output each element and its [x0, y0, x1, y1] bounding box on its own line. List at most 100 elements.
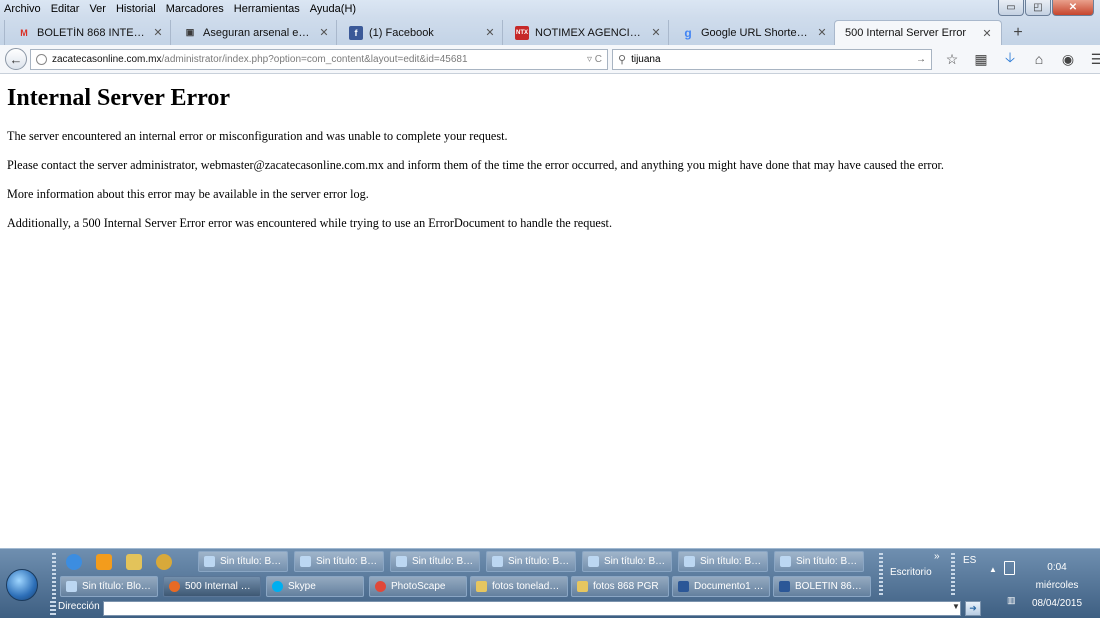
tab-title: Google URL Shortener: [701, 26, 812, 39]
taskbar: Sin título: Blo... Sin título: Blo... Si…: [0, 548, 1100, 618]
error-paragraph-2: Please contact the server administrator,…: [7, 158, 944, 172]
show-hidden-icons[interactable]: ▲: [989, 565, 997, 574]
skype-icon: [272, 581, 283, 592]
home-icon[interactable]: ⌂: [1031, 51, 1047, 67]
url-bar[interactable]: zacatecasonline.com.mx/administrator/ind…: [30, 48, 608, 70]
menu-marcadores[interactable]: Marcadores: [161, 1, 229, 17]
device-icon[interactable]: [1004, 561, 1015, 575]
close-tab-icon[interactable]: ✕: [981, 27, 993, 40]
download-icon[interactable]: 🡣: [1002, 47, 1018, 71]
minimize-button[interactable]: ▭: [998, 0, 1024, 16]
menu-editar[interactable]: Editar: [46, 1, 85, 17]
close-tab-icon[interactable]: ✕: [152, 26, 164, 39]
navigation-bar: ← zacatecasonline.com.mx/administrator/i…: [0, 45, 1100, 74]
google-icon: g: [684, 25, 692, 40]
search-bar[interactable]: ⚲ tijuana →: [612, 48, 932, 70]
notimex-icon: NTX: [515, 25, 529, 40]
desktop-toolbar[interactable]: Escritorio: [890, 567, 932, 578]
tab-google-url-shortener[interactable]: g Google URL Shortener ✕: [668, 20, 836, 45]
tab-facebook[interactable]: f (1) Facebook ✕: [336, 20, 504, 45]
close-window-button[interactable]: ✕: [1052, 0, 1094, 16]
taskbar-item-sin-titulo-7[interactable]: Sin título: Blo...: [774, 551, 864, 572]
taskbar-item-sin-titulo-6[interactable]: Sin título: Blo...: [678, 551, 768, 572]
bookmark-star-icon[interactable]: ☆: [944, 51, 960, 68]
menu-herramientas[interactable]: Herramientas: [229, 1, 305, 17]
tab-500-error[interactable]: 500 Internal Server Error ✕: [834, 20, 1002, 45]
ie-icon[interactable]: [66, 554, 82, 570]
arrow-left-icon: ←: [9, 51, 23, 67]
toolbar-chevron-icon[interactable]: »: [934, 551, 940, 562]
reading-list-icon[interactable]: ▦: [973, 51, 989, 68]
firefox-icon: [169, 581, 180, 592]
network-icon[interactable]: ▥: [1007, 595, 1016, 606]
menu-ayuda[interactable]: Ayuda(H): [305, 1, 361, 17]
clock-day: miércoles: [1035, 580, 1079, 591]
taskbar-item-photoscape[interactable]: PhotoScape: [369, 576, 467, 597]
taskbar-item-sin-titulo-bloc[interactable]: Sin título: Bloc...: [60, 576, 158, 597]
notepad-icon: [66, 581, 77, 592]
new-tab-button[interactable]: +: [1006, 21, 1030, 45]
taskbar-item-sin-titulo-3[interactable]: Sin título: Blo...: [390, 551, 480, 572]
taskbar-item-fotos-tonelada[interactable]: fotos tonelada...: [470, 576, 568, 597]
menu-historial[interactable]: Historial: [111, 1, 161, 17]
taskbar-item-fotos-868-pgr[interactable]: fotos 868 PGR: [571, 576, 669, 597]
language-indicator[interactable]: ES: [963, 555, 976, 566]
tab-aseguran-arsenal[interactable]: ▣ Aseguran arsenal en Jalpa: ... ✕: [170, 20, 338, 45]
site-icon: ▣: [185, 27, 195, 37]
screen: Archivo Editar Ver Historial Marcadores …: [0, 0, 1100, 618]
clock-time: 0:04: [1047, 562, 1067, 573]
notepad-icon: [396, 556, 407, 567]
close-tab-icon[interactable]: ✕: [484, 26, 496, 39]
media-player-icon[interactable]: [96, 554, 112, 570]
toolbar-icons: ☆ ▦ 🡣 ⌂ ◉ ☰: [944, 47, 1100, 71]
notepad-icon: [492, 556, 503, 567]
taskbar-item-sin-titulo-1[interactable]: Sin título: Blo...: [198, 551, 288, 572]
taskbar-item-skype[interactable]: Skype: [266, 576, 364, 597]
back-button[interactable]: ←: [5, 48, 27, 70]
page-content: Internal Server Error The server encount…: [0, 75, 1100, 548]
notepad-icon: [588, 556, 599, 567]
photoscape-icon: [375, 581, 386, 592]
address-input[interactable]: [103, 601, 961, 616]
gear-icon[interactable]: [156, 554, 172, 570]
tab-title: BOLETÍN 868 INTEGRA PG...: [37, 26, 148, 39]
gmail-icon: M: [20, 27, 28, 38]
taskbar-item-sin-titulo-4[interactable]: Sin título: Blo...: [486, 551, 576, 572]
reload-icon[interactable]: ▿ C: [587, 54, 602, 65]
globe-icon: [36, 53, 47, 65]
word-icon: [678, 581, 689, 592]
tab-strip: M BOLETÍN 868 INTEGRA PG... ✕ ▣ Aseguran…: [0, 18, 1100, 45]
tab-gmail-boletin[interactable]: M BOLETÍN 868 INTEGRA PG... ✕: [4, 20, 172, 45]
search-icon: ⚲: [618, 53, 627, 66]
menu-archivo[interactable]: Archivo: [0, 1, 46, 17]
close-tab-icon[interactable]: ✕: [318, 26, 330, 39]
restore-button[interactable]: ◰: [1025, 0, 1051, 16]
menu-icon[interactable]: ☰: [1089, 51, 1100, 68]
taskbar-item-sin-titulo-2[interactable]: Sin título: Blo...: [294, 551, 384, 572]
notepad-icon: [300, 556, 311, 567]
address-dropdown-icon[interactable]: ▼: [952, 602, 960, 611]
chat-icon[interactable]: ◉: [1060, 51, 1076, 68]
search-input[interactable]: tijuana: [631, 54, 660, 65]
error-paragraph-1: The server encountered an internal error…: [7, 129, 508, 143]
folder-icon: [577, 581, 588, 592]
close-tab-icon[interactable]: ✕: [816, 26, 828, 39]
close-tab-icon[interactable]: ✕: [650, 26, 662, 39]
taskbar-item-firefox-500[interactable]: 500 Internal Se...: [163, 576, 261, 597]
taskbar-item-boletin-868[interactable]: BOLETIN 868 ...: [773, 576, 871, 597]
address-go-icon[interactable]: ➜: [965, 601, 981, 616]
taskbar-item-documento1[interactable]: Documento1 - ...: [672, 576, 770, 597]
tab-notimex[interactable]: NTX NOTIMEX AGENCIA DE NO... ✕: [502, 20, 670, 45]
quick-launch: [66, 554, 172, 570]
search-go-icon[interactable]: →: [916, 54, 926, 65]
start-button[interactable]: [6, 569, 38, 601]
folder-icon: [476, 581, 487, 592]
folder-icon[interactable]: [126, 554, 142, 570]
window-controls: ▭ ◰ ✕: [998, 0, 1094, 16]
clock-date: 08/04/2015: [1031, 598, 1083, 609]
menu-ver[interactable]: Ver: [84, 1, 111, 17]
tab-title: NOTIMEX AGENCIA DE NO...: [535, 26, 646, 39]
taskbar-item-sin-titulo-5[interactable]: Sin título: Blo...: [582, 551, 672, 572]
address-toolbar-label: Dirección: [58, 601, 100, 612]
clock[interactable]: 0:04 miércoles 08/04/2015: [1024, 559, 1090, 613]
